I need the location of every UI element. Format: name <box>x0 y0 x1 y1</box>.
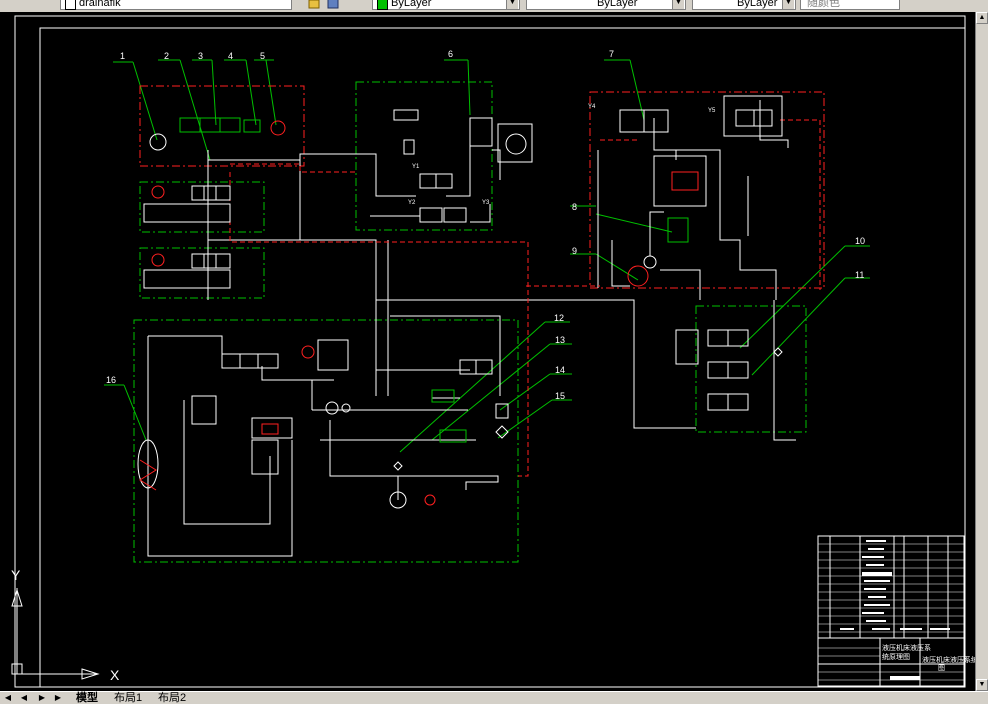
linetype-dropdown-value: ByLayer <box>597 0 638 9</box>
valves <box>137 95 783 491</box>
tab-layout2[interactable]: 布局2 <box>158 692 186 704</box>
layer-swatch-icon <box>65 0 76 10</box>
drawing-title-2: 图 <box>938 664 945 672</box>
plotstyle-dropdown[interactable]: 随颜色 <box>800 0 900 10</box>
callout-6: 6 <box>448 49 453 59</box>
tab-layout1[interactable]: 布局1 <box>114 692 142 704</box>
drawing-canvas[interactable]: 1 2 3 4 5 6 7 8 9 10 11 12 13 14 15 16 Y… <box>0 12 988 691</box>
hydraulic-schematic: 1 2 3 4 5 6 7 8 9 10 11 12 13 14 15 16 Y… <box>11 15 975 688</box>
drawing-frame <box>39 27 966 688</box>
motor-icon <box>149 133 167 151</box>
ucs-x-label: X <box>110 667 120 683</box>
callout-11: 11 <box>855 270 864 280</box>
lineweight-dropdown-value: ByLayer <box>737 0 778 9</box>
chevron-down-icon: ▼ <box>782 0 794 9</box>
layer-state-icon[interactable] <box>308 0 322 11</box>
pipelines <box>147 100 796 557</box>
valve-tag-y2: Y2 <box>408 200 416 206</box>
color-dropdown-value: ByLayer <box>391 0 432 9</box>
callout-14: 14 <box>555 365 565 375</box>
callout-10: 10 <box>855 236 865 246</box>
callout-2: 2 <box>164 51 169 61</box>
callout-numbers: 1 2 3 4 5 6 7 8 9 10 11 12 13 14 15 16 <box>106 49 865 401</box>
callout-9: 9 <box>572 246 577 256</box>
callout-15: 15 <box>555 391 565 401</box>
callout-7: 7 <box>609 49 614 59</box>
callout-4: 4 <box>228 51 233 61</box>
layer-dropdown-value: drainafik <box>79 0 121 9</box>
title-block-text: 液压机床液压系 统原理图 液压机床液压系统 图 <box>882 643 975 672</box>
layer-previous-icon[interactable] <box>326 0 340 11</box>
pressure-lines <box>229 119 821 477</box>
layout-tabs-bar: ◀ ◀ ▶ ▶ 模型 布局1 布局2 <box>0 691 988 704</box>
valve-tag-y1: Y1 <box>412 164 420 170</box>
scroll-up-button[interactable]: ▲ <box>976 12 988 24</box>
callout-3: 3 <box>198 51 203 61</box>
linetype-dropdown[interactable]: ByLayer ▼ <box>526 0 686 10</box>
title-name-line1: 液压机床液压系 <box>882 643 931 652</box>
color-dropdown[interactable]: ByLayer ▼ <box>372 0 520 10</box>
valve-tag-y3: Y3 <box>482 200 490 206</box>
color-swatch-icon <box>377 0 388 10</box>
tab-next-button[interactable]: ▶ <box>36 693 48 703</box>
tab-prev-button[interactable]: ◀ <box>18 693 30 703</box>
vertical-scrollbar[interactable]: ▲ ▼ <box>975 12 988 691</box>
lineweight-dropdown[interactable]: ByLayer ▼ <box>692 0 796 10</box>
pump-icon <box>505 133 527 155</box>
callout-5: 5 <box>260 51 265 61</box>
layer-dropdown[interactable]: drainafik <box>60 0 292 10</box>
valve-tag-y5: Y5 <box>708 108 716 114</box>
callout-16: 16 <box>106 375 116 385</box>
chevron-down-icon: ▼ <box>672 0 684 9</box>
callout-1: 1 <box>120 51 125 61</box>
callout-leaders <box>104 59 870 453</box>
tab-first-button[interactable]: ◀ <box>2 693 14 703</box>
chevron-down-icon: ▼ <box>506 0 518 9</box>
valve-tags: Y1 Y2 Y3 Y4 Y5 <box>408 104 716 206</box>
drawing-title: 液压机床液压系统 <box>922 655 975 664</box>
ucs-y-label: Y <box>11 567 21 583</box>
plotstyle-dropdown-value: 随颜色 <box>807 0 840 9</box>
valve-tag-y4: Y4 <box>588 104 596 110</box>
title-name-line2: 统原理图 <box>882 652 910 661</box>
drawing-border <box>14 15 966 688</box>
scroll-down-button[interactable]: ▼ <box>976 679 988 691</box>
callout-13: 13 <box>555 335 565 345</box>
callout-8: 8 <box>572 202 577 212</box>
tab-model[interactable]: 模型 <box>76 692 98 704</box>
ucs-icon <box>11 588 100 680</box>
tab-last-button[interactable]: ▶ <box>52 693 64 703</box>
callout-12: 12 <box>554 313 564 323</box>
